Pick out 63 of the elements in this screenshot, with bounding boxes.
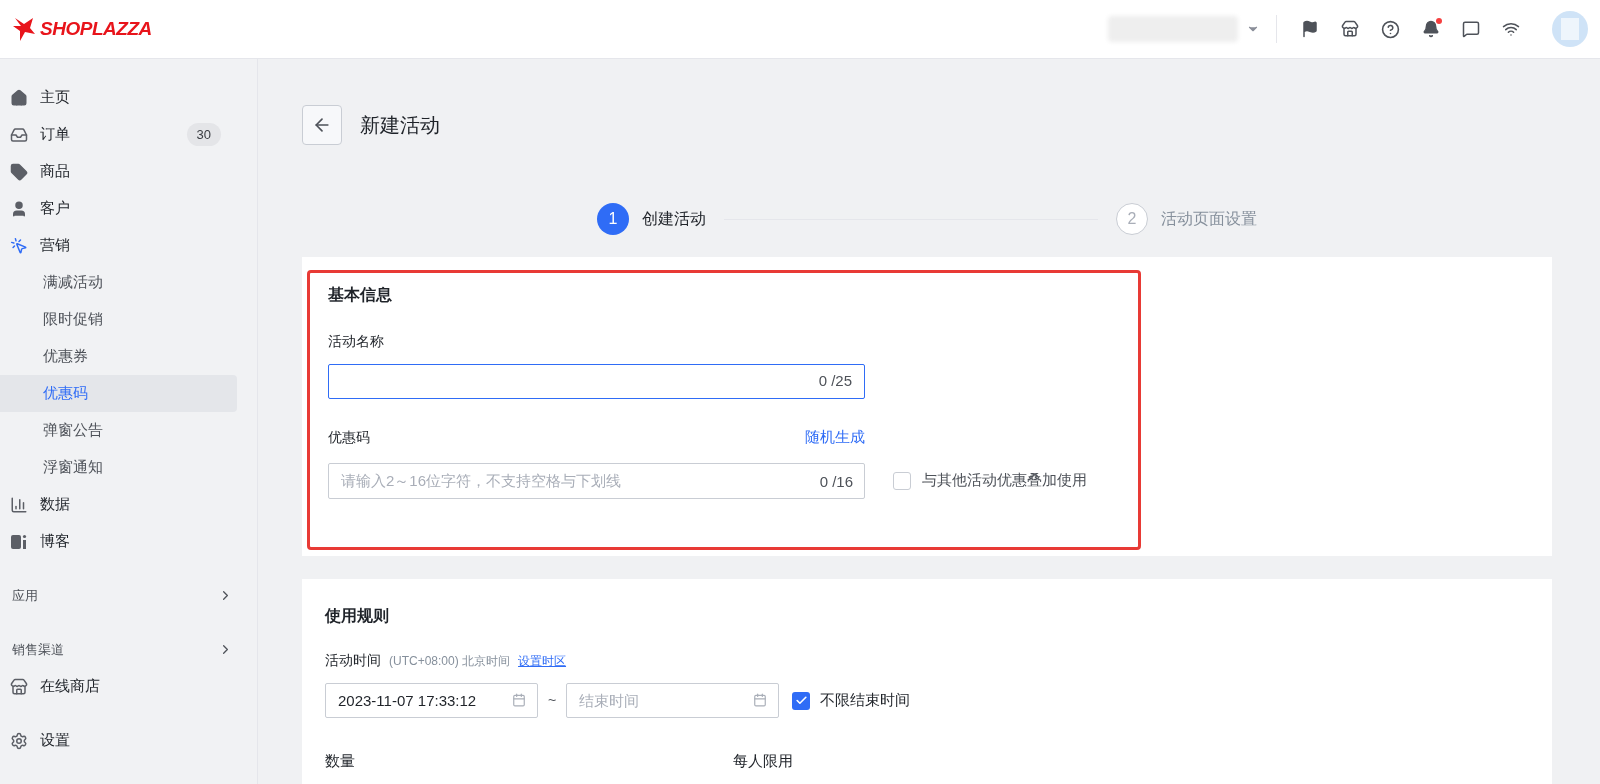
check-icon bbox=[794, 694, 808, 707]
step-label: 创建活动 bbox=[642, 209, 706, 229]
logo-text: SHOPLAZZA bbox=[40, 16, 152, 41]
char-counter: 0 /16 bbox=[819, 471, 853, 492]
logo-icon bbox=[12, 16, 36, 42]
field-label: 活动时间 bbox=[325, 651, 381, 670]
range-separator: ~ bbox=[548, 691, 557, 710]
name-input-field[interactable]: 0 /25 bbox=[328, 364, 865, 399]
sidebar-item[interactable]: 数据 bbox=[0, 486, 237, 523]
start-date-field[interactable]: 2023-11-07 17:33:12 bbox=[325, 683, 538, 718]
tag-icon bbox=[10, 162, 28, 181]
settings-icon bbox=[10, 731, 28, 750]
sidebar-item[interactable]: 主页 bbox=[0, 79, 237, 116]
checkbox[interactable] bbox=[792, 691, 811, 710]
end-date-field[interactable]: 结束时间 bbox=[566, 683, 780, 718]
field-label: 优惠码 bbox=[328, 427, 370, 447]
user-icon bbox=[10, 199, 28, 218]
page-title: 新建活动 bbox=[360, 113, 440, 138]
wifi-icon[interactable] bbox=[1502, 20, 1520, 38]
sidebar-item[interactable]: 商品 bbox=[0, 153, 237, 190]
sidebar-subitem[interactable]: 弹窗公告 bbox=[0, 412, 237, 449]
sidebar-subitem[interactable]: 满减活动 bbox=[0, 264, 237, 301]
home-icon bbox=[10, 88, 28, 107]
bar-chart-icon bbox=[10, 495, 28, 514]
char-counter: 0 /25 bbox=[818, 371, 852, 392]
calendar-icon bbox=[753, 693, 768, 707]
count-badge: 30 bbox=[186, 122, 221, 147]
sidebar-item[interactable]: 设置 bbox=[0, 722, 237, 759]
sidebar-item[interactable]: 营销 bbox=[0, 227, 237, 264]
section-title: 使用规则 bbox=[325, 606, 390, 626]
notification-bell[interactable] bbox=[1422, 20, 1440, 38]
inbox-icon bbox=[10, 125, 28, 144]
calendar-icon bbox=[512, 693, 526, 707]
checkbox[interactable] bbox=[893, 471, 911, 490]
flag-icon[interactable] bbox=[1301, 20, 1319, 38]
section-title: 基本信息 bbox=[328, 285, 393, 305]
sidebar-subitem[interactable]: 限时促销 bbox=[0, 301, 237, 338]
back-button[interactable] bbox=[302, 105, 342, 145]
sidebar-section[interactable]: 应用 bbox=[0, 577, 237, 614]
field-label: 活动名称 bbox=[328, 332, 385, 351]
help-icon[interactable] bbox=[1381, 19, 1400, 39]
sidebar-item[interactable]: 博客 bbox=[0, 523, 237, 560]
sidebar-item[interactable]: 订单 30 bbox=[0, 116, 237, 153]
sidebar-section[interactable]: 销售渠道 bbox=[0, 631, 237, 668]
checkbox-label: 与其他活动优惠叠加使用 bbox=[922, 470, 1087, 491]
sidebar-subitem[interactable]: 浮窗通知 bbox=[0, 449, 237, 486]
step-label: 活动页面设置 bbox=[1161, 209, 1257, 229]
timezone-text: (UTC+08:00) 北京时间 bbox=[389, 653, 511, 670]
field-label: 数量 bbox=[325, 751, 356, 771]
sidebar-subitem[interactable]: 优惠券 bbox=[0, 338, 237, 375]
message-icon[interactable] bbox=[1462, 20, 1480, 38]
store-icon[interactable] bbox=[1341, 20, 1359, 38]
step-number: 2 bbox=[1116, 203, 1148, 235]
checkbox-label: 不限结束时间 bbox=[820, 690, 911, 711]
random-generate-link[interactable]: 随机生成 bbox=[805, 426, 865, 449]
blog-icon bbox=[10, 532, 28, 551]
store-icon bbox=[10, 677, 28, 696]
sidebar-item[interactable]: 客户 bbox=[0, 190, 237, 227]
sidebar-item[interactable]: 在线商店 bbox=[0, 668, 237, 705]
sidebar-subitem[interactable]: 优惠码 bbox=[0, 375, 237, 412]
field-label: 每人限用 bbox=[733, 751, 793, 771]
step-number: 1 bbox=[597, 203, 629, 235]
set-timezone-link[interactable]: 设置时区 bbox=[518, 652, 567, 670]
